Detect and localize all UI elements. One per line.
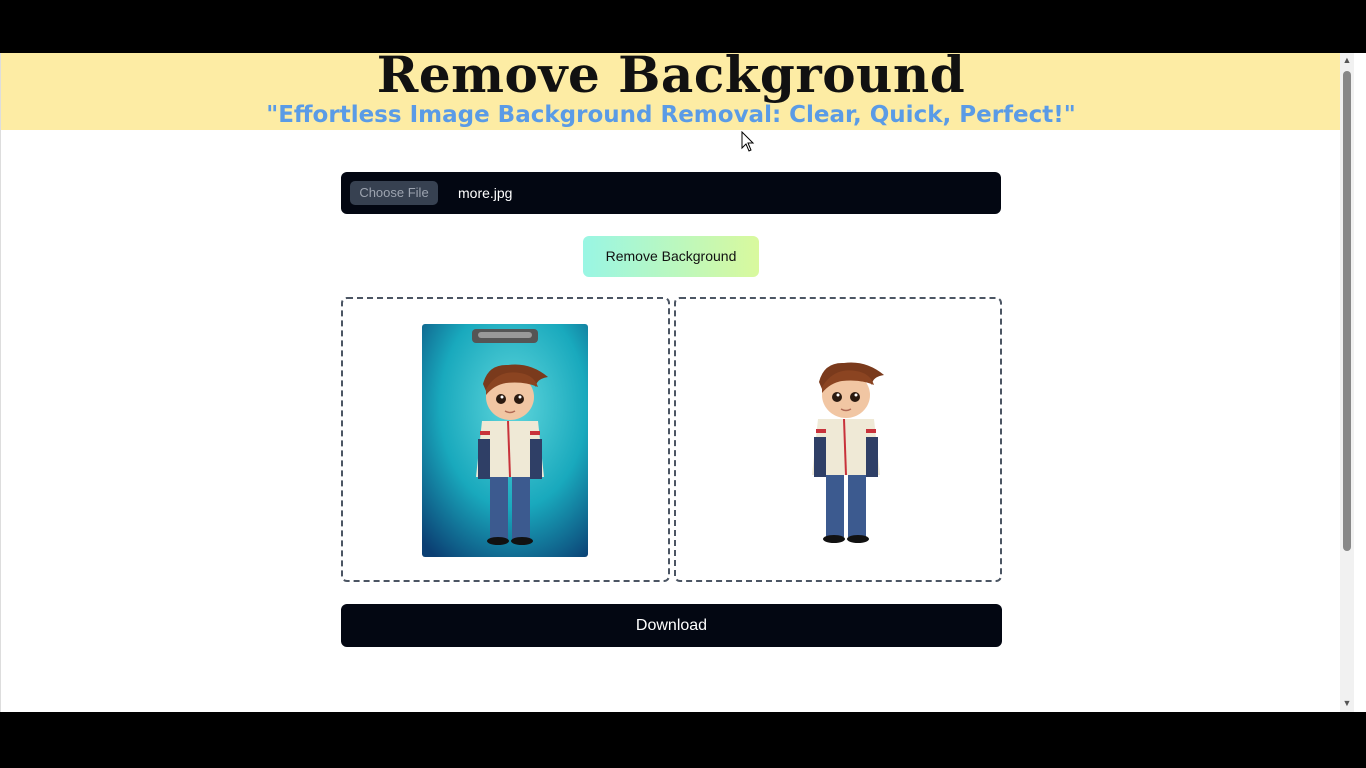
page-subtitle: "Effortless Image Background Removal: Cl… <box>266 102 1076 128</box>
scroll-up-icon[interactable]: ▲ <box>1342 55 1352 65</box>
remove-background-button[interactable]: Remove Background <box>583 236 759 277</box>
window-edge <box>1354 53 1366 712</box>
selected-file-name: more.jpg <box>458 185 513 201</box>
file-input[interactable]: Choose File more.jpg <box>341 172 1001 214</box>
scroll-down-icon[interactable]: ▼ <box>1342 698 1352 708</box>
choose-file-button[interactable]: Choose File <box>350 181 438 205</box>
original-image <box>422 324 588 557</box>
page: Remove Background "Effortless Image Back… <box>0 53 1341 712</box>
scrollbar-thumb[interactable] <box>1343 71 1351 551</box>
mouse-cursor-icon <box>741 131 755 152</box>
result-image-panel <box>674 297 1002 582</box>
page-title: Remove Background <box>376 53 966 104</box>
header-banner: Remove Background "Effortless Image Back… <box>1 53 1341 130</box>
download-button[interactable]: Download <box>341 604 1002 647</box>
original-image-panel <box>341 297 670 582</box>
result-image <box>812 362 884 543</box>
vertical-scrollbar[interactable]: ▲ ▼ <box>1340 53 1354 712</box>
